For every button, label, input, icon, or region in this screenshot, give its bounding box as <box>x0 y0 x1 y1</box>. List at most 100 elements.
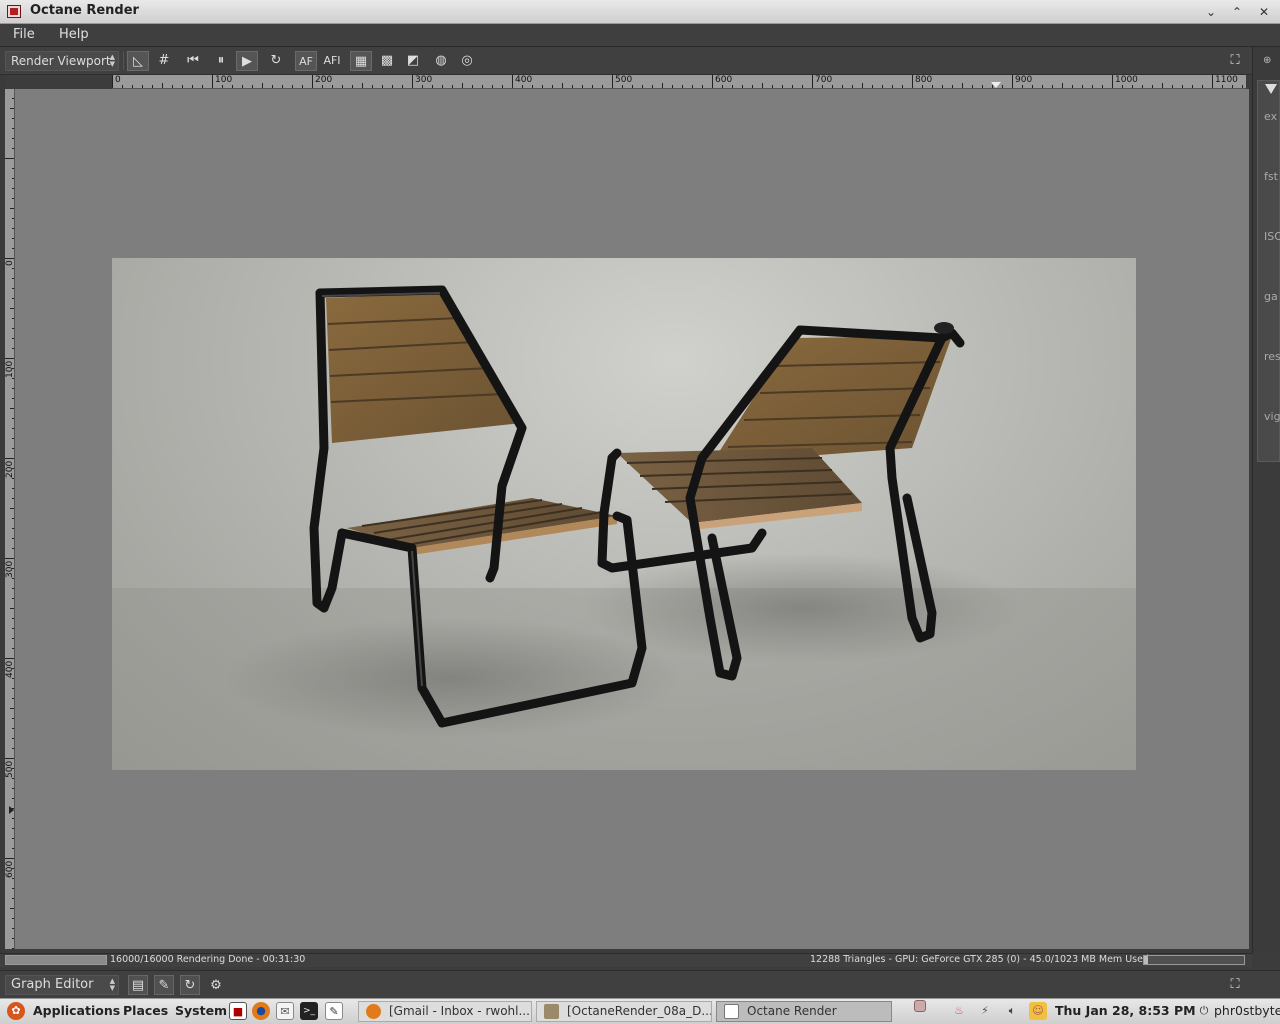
task-label: [Gmail - Inbox - rwohl... <box>389 1004 530 1018</box>
menu-file[interactable]: File <box>13 27 35 42</box>
ruler-label: 500 <box>615 75 633 85</box>
ruler-label: 200 <box>315 75 333 85</box>
grid-tool-icon[interactable]: # <box>153 51 175 71</box>
task-file-browser[interactable]: [OctaneRender_08a_D... <box>536 1001 712 1022</box>
setting-label[interactable]: ga <box>1264 290 1278 303</box>
user-name[interactable]: phr0stbyte <box>1214 1003 1280 1018</box>
camera-reset-icon[interactable]: ◎ <box>456 51 478 71</box>
camera-settings-panel <box>1257 80 1280 462</box>
text-editor-icon[interactable]: ✎ <box>325 1002 343 1020</box>
render-toolbar: Render Viewport ▲ ▼ ◺ # ⏮ ⏸ ▶ ↻ AF AFI ▦ … <box>0 47 1280 75</box>
memory-usage-fill <box>1144 956 1148 964</box>
autofocus-icon[interactable]: AF <box>295 51 317 71</box>
terminal-icon[interactable]: >_ <box>300 1002 318 1020</box>
applications-menu[interactable]: Applications <box>33 1003 120 1018</box>
menu-bar: File Help <box>0 24 1280 47</box>
ruler-label: 1000 <box>1115 75 1138 85</box>
node-refresh-icon[interactable]: ↻ <box>180 975 200 995</box>
spinner-icon: ▲ ▼ <box>109 53 115 68</box>
spinner-icon: ▲ ▼ <box>109 977 115 992</box>
vertical-ruler-ticks <box>5 98 14 949</box>
task-label: [OctaneRender_08a_D... <box>567 1004 712 1018</box>
workspace-switcher-icon[interactable] <box>914 1000 926 1012</box>
setting-label[interactable]: fst <box>1264 170 1278 183</box>
setting-label[interactable]: ex <box>1264 110 1277 123</box>
autofocus-picker-icon[interactable]: AFI <box>321 51 343 71</box>
setting-label[interactable]: ISO <box>1264 230 1280 243</box>
network-icon[interactable]: ⚡ <box>976 1002 994 1020</box>
graph-editor-select[interactable]: Graph Editor ▲ ▼ <box>5 975 119 995</box>
pause-icon[interactable]: ⏸ <box>210 51 232 71</box>
ruler-label: 0 <box>115 75 121 85</box>
minimize-icon[interactable]: ⌄ <box>1202 3 1220 21</box>
vertical-ruler: 0 100 200 300 400 500 600 <box>5 89 15 949</box>
graph-fullscreen-icon[interactable]: ⛶ <box>1224 975 1246 995</box>
octane-launcher-icon[interactable]: ■ <box>229 1002 247 1020</box>
maximize-icon[interactable]: ⌃ <box>1228 3 1246 21</box>
viewport-select-label: Render Viewport <box>11 54 111 68</box>
camera-target-icon[interactable]: ◍ <box>430 51 452 71</box>
folder-icon <box>544 1004 559 1019</box>
ruler-label: 100 <box>5 360 15 378</box>
ruler-label: 600 <box>5 860 15 878</box>
skip-back-icon[interactable]: ⏮ <box>182 51 204 71</box>
setting-label[interactable]: res <box>1264 350 1280 363</box>
task-label: Octane Render <box>747 1004 837 1018</box>
viewport-select[interactable]: Render Viewport ▲ ▼ <box>5 51 119 71</box>
setting-label[interactable]: vig <box>1264 410 1280 423</box>
task-gmail[interactable]: [Gmail - Inbox - rwohl... <box>358 1001 532 1022</box>
collapse-arrow-icon[interactable] <box>1265 84 1277 94</box>
node-tool-icon[interactable]: ⚙ <box>206 975 226 995</box>
window-icon <box>724 1004 739 1019</box>
update-notifier-icon[interactable]: ♨ <box>950 1002 968 1020</box>
volume-icon[interactable]: 🔈︎ <box>1003 1002 1021 1020</box>
system-menu[interactable]: System <box>175 1003 227 1018</box>
ruler-label: 900 <box>1015 75 1033 85</box>
node-graph-icon[interactable]: ✎ <box>154 975 174 995</box>
ruler-label: 300 <box>5 560 15 578</box>
mail-icon[interactable]: ✉ <box>276 1002 294 1020</box>
memory-usage-bar <box>1143 955 1245 965</box>
title-bar: Octane Render ⌄ ⌃ ✕ <box>0 0 1280 24</box>
ruler-label: 1100 <box>1215 75 1238 85</box>
firefox-icon <box>366 1004 381 1019</box>
ubuntu-logo-icon[interactable]: ✿ <box>7 1002 25 1020</box>
ruler-label: 800 <box>915 75 933 85</box>
notification-icon[interactable]: ☺ <box>1029 1002 1047 1020</box>
menu-help[interactable]: Help <box>59 27 89 42</box>
toolbar-divider <box>123 52 124 70</box>
ruler-label: 400 <box>515 75 533 85</box>
horizontal-ruler-ticks <box>112 75 1243 88</box>
ruler-position-marker <box>991 82 1001 88</box>
vertical-ruler-marker <box>9 806 14 814</box>
select-tool-icon[interactable]: ◺ <box>127 51 149 71</box>
ruler-label: 0 <box>5 260 15 266</box>
ruler-label: 600 <box>715 75 733 85</box>
places-menu[interactable]: Places <box>123 1003 168 1018</box>
node-add-icon[interactable]: ▤ <box>128 975 148 995</box>
ruler-label: 100 <box>215 75 233 85</box>
render-status-text: 16000/16000 Rendering Done - 00:31:30 <box>110 954 306 965</box>
gpu-status-text: 12288 Triangles - GPU: GeForce GTX 285 (… <box>810 954 1149 965</box>
task-octane-render[interactable]: Octane Render <box>716 1001 892 1022</box>
region-icon[interactable]: ▦ <box>350 51 372 71</box>
render-image[interactable] <box>112 258 1136 770</box>
chairs-render <box>112 285 1136 770</box>
alpha-icon[interactable]: ◩ <box>402 51 424 71</box>
app-icon <box>7 5 21 18</box>
refresh-icon[interactable]: ↻ <box>265 51 287 71</box>
ruler-label: 200 <box>5 460 15 478</box>
panel-pin-icon[interactable]: ⊕ <box>1263 55 1271 66</box>
checker-icon[interactable]: ▩ <box>376 51 398 71</box>
power-icon[interactable]: ⏻ <box>1195 1002 1213 1020</box>
close-icon[interactable]: ✕ <box>1255 3 1273 21</box>
ruler-label: 400 <box>5 660 15 678</box>
clock[interactable]: Thu Jan 28, 8:53 PM <box>1055 1003 1196 1018</box>
ruler-label: 500 <box>5 760 15 778</box>
fullscreen-icon[interactable]: ⛶ <box>1224 51 1246 71</box>
ruler-label: 700 <box>815 75 833 85</box>
play-icon[interactable]: ▶ <box>236 51 258 71</box>
horizontal-ruler: 0 100 200 300 400 500 600 700 800 900 1000 1100 <box>112 75 1246 89</box>
firefox-icon[interactable]: ● <box>252 1002 270 1020</box>
render-progress-bar <box>5 955 107 965</box>
